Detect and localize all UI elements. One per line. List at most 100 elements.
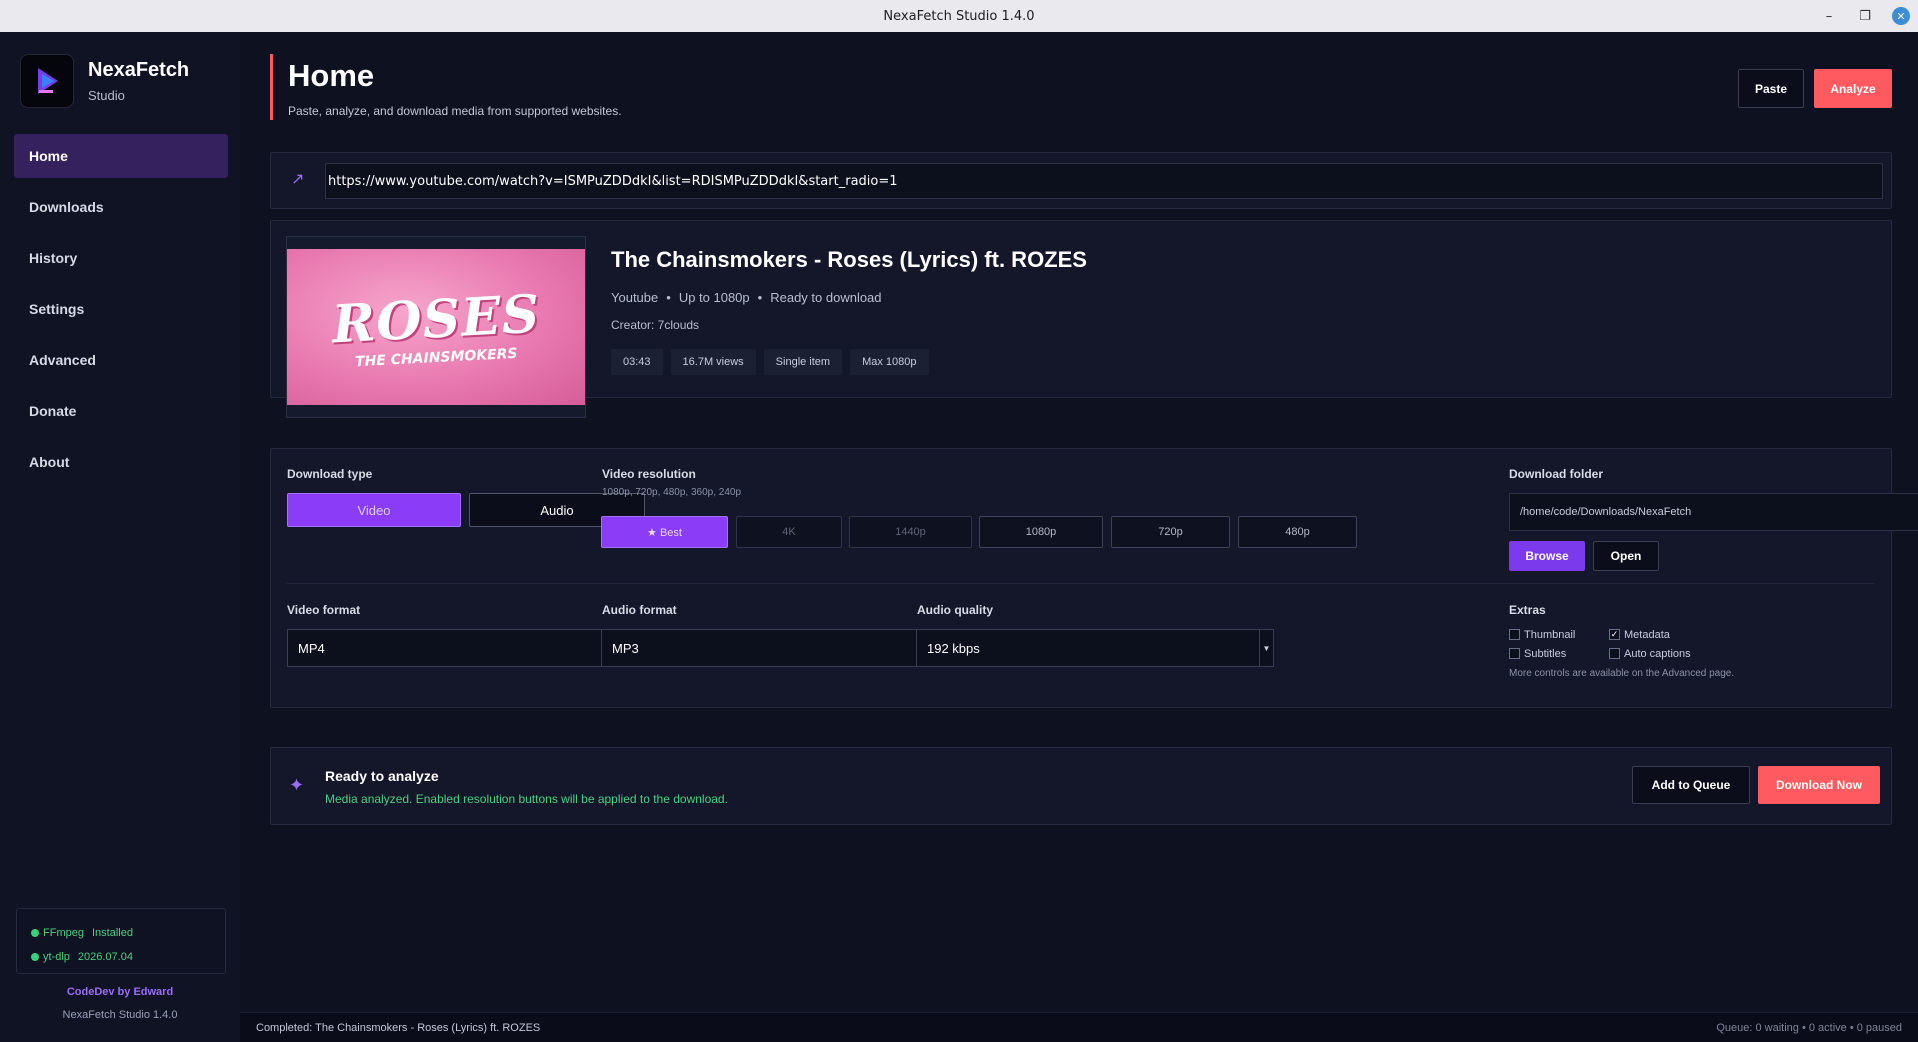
- media-title: The Chainsmokers - Roses (Lyrics) ft. RO…: [611, 247, 1087, 272]
- status-dot-icon: [31, 929, 39, 937]
- meta-separator: •: [757, 290, 763, 305]
- page-subtitle: Paste, analyze, and download media from …: [288, 104, 622, 118]
- status-message: Completed: The Chainsmokers - Roses (Lyr…: [256, 1021, 541, 1034]
- status-ytdlp: yt-dlp 2026.07.04: [31, 945, 211, 969]
- options-divider: [287, 583, 1875, 584]
- resolution-label: Video resolution: [602, 467, 696, 481]
- media-meta: Youtube • Up to 1080p • Ready to downloa…: [611, 290, 882, 305]
- checkbox-label: Auto captions: [1624, 647, 1691, 660]
- checkbox-label: Subtitles: [1524, 647, 1567, 660]
- queue-status: Queue: 0 waiting • 0 active • 0 paused: [1716, 1021, 1902, 1034]
- paste-button[interactable]: Paste: [1738, 69, 1804, 108]
- folder-label: Download folder: [1509, 467, 1603, 481]
- metadata-checkbox[interactable]: ✓ Metadata: [1609, 629, 1670, 641]
- url-bar: ↗ https://www.youtube.com/watch?v=ISMPuZ…: [270, 152, 1892, 209]
- media-chips: 03:43 16.7M views Single item Max 1080p: [611, 349, 929, 375]
- maximize-icon[interactable]: ❐: [1856, 7, 1874, 25]
- type-video-button[interactable]: Video: [287, 493, 461, 527]
- sparkle-icon: ✦: [289, 775, 305, 795]
- window-titlebar: NexaFetch Studio 1.4.0 – ❐ ✕: [0, 0, 1918, 32]
- media-state: Ready to download: [770, 290, 882, 305]
- status-value: 2026.07.04: [77, 951, 133, 963]
- app-version: NexaFetch Studio 1.4.0: [62, 1009, 178, 1021]
- checkbox-icon: [1509, 648, 1520, 659]
- window-controls: – ❐ ✕: [1820, 0, 1910, 32]
- brand-subtitle: Studio: [88, 88, 125, 103]
- chip-item-count: Single item: [763, 349, 843, 375]
- page-header: Home Paste, analyze, and download media …: [270, 54, 622, 120]
- checkbox-icon: [1609, 648, 1620, 659]
- page-title: Home: [288, 58, 375, 93]
- checkbox-icon: [1509, 629, 1520, 640]
- checkbox-label: Metadata: [1624, 628, 1670, 641]
- browse-button[interactable]: Browse: [1509, 541, 1585, 571]
- extras-hint: More controls are available on the Advan…: [1509, 668, 1735, 679]
- app-logo-icon: [20, 54, 74, 108]
- audio-quality-value: 192 kbps: [927, 640, 980, 656]
- url-input[interactable]: https://www.youtube.com/watch?v=ISMPuZDD…: [325, 163, 1883, 199]
- add-to-queue-button[interactable]: Add to Queue: [1632, 766, 1750, 804]
- checkbox-label: Thumbnail: [1524, 628, 1576, 641]
- sidebar-item-donate[interactable]: Donate: [14, 389, 228, 433]
- auto-captions-checkbox[interactable]: Auto captions: [1609, 648, 1691, 660]
- status-ffmpeg: FFmpeg Installed: [31, 921, 211, 945]
- chip-views: 16.7M views: [670, 349, 756, 375]
- video-thumbnail: ROSES THE CHAINSMOKERS: [287, 249, 585, 405]
- minimize-icon[interactable]: –: [1820, 7, 1838, 25]
- resolution-720p-button[interactable]: 720p: [1111, 516, 1230, 548]
- extras-group: Thumbnail ✓ Metadata Subtitles Auto capt…: [1509, 623, 1734, 679]
- meta-separator: •: [666, 290, 671, 305]
- subtitles-checkbox[interactable]: Subtitles: [1509, 648, 1595, 660]
- video-format-select[interactable]: MP4 ▼: [287, 629, 645, 667]
- dependency-status: FFmpeg Installed yt-dlp 2026.07.04: [16, 908, 226, 974]
- thumbnail-frame: ROSES THE CHAINSMOKERS: [286, 236, 586, 418]
- credit-link[interactable]: CodeDev by Edward: [0, 986, 240, 998]
- resolution-480p-button[interactable]: 480p: [1238, 516, 1357, 548]
- audio-format-value: MP3: [612, 640, 639, 656]
- download-type-label: Download type: [287, 467, 373, 481]
- resolution-4k-button[interactable]: 4K: [736, 516, 842, 548]
- chip-max-quality: Max 1080p: [850, 349, 929, 375]
- media-quality: Up to 1080p: [678, 290, 750, 305]
- folder-path-input[interactable]: /home/code/Downloads/NexaFetch: [1509, 493, 1918, 531]
- resolution-best-button[interactable]: ★ Best: [601, 516, 728, 548]
- sidebar-item-advanced[interactable]: Advanced: [14, 338, 228, 382]
- thumbnail-checkbox[interactable]: Thumbnail: [1509, 629, 1595, 641]
- sidebar-item-about[interactable]: About: [14, 440, 228, 484]
- resolution-hint: 1080p, 720p, 480p, 360p, 240p: [602, 487, 742, 498]
- video-format-label: Video format: [287, 603, 361, 617]
- media-creator: Creator: 7clouds: [611, 318, 700, 332]
- status-value: Installed: [91, 927, 133, 939]
- sidebar-item-settings[interactable]: Settings: [14, 287, 228, 331]
- main-content: Home Paste, analyze, and download media …: [240, 32, 1918, 1012]
- analyze-button[interactable]: Analyze: [1814, 69, 1892, 108]
- status-dot-icon: [31, 953, 39, 961]
- audio-quality-label: Audio quality: [917, 603, 993, 617]
- status-bar: Completed: The Chainsmokers - Roses (Lyr…: [240, 1012, 1918, 1042]
- sidebar-nav: Home Downloads History Settings Advanced…: [14, 134, 228, 491]
- action-subtitle: Media analyzed. Enabled resolution butto…: [325, 792, 728, 806]
- video-format-value: MP4: [298, 640, 325, 656]
- sidebar-item-history[interactable]: History: [14, 236, 228, 280]
- status-name: FFmpeg: [43, 927, 84, 939]
- action-card: ✦ Ready to analyze Media analyzed. Enabl…: [270, 747, 1892, 825]
- chevron-down-icon[interactable]: ▼: [1259, 630, 1273, 666]
- options-card: Download type Video Audio Video resoluti…: [270, 448, 1918, 708]
- media-card: ROSES THE CHAINSMOKERS The Chainsmokers …: [270, 220, 1892, 418]
- brand-name: NexaFetch: [88, 59, 190, 81]
- open-folder-button[interactable]: Open: [1593, 541, 1659, 571]
- close-icon[interactable]: ✕: [1892, 7, 1910, 25]
- brand: NexaFetch Studio: [20, 54, 189, 108]
- sidebar-item-home[interactable]: Home: [14, 134, 228, 178]
- sidebar-item-downloads[interactable]: Downloads: [14, 185, 228, 229]
- arrow-up-right-icon: ↗: [291, 171, 305, 188]
- audio-format-select[interactable]: MP3 ▼: [601, 629, 959, 667]
- media-source: Youtube: [611, 290, 659, 305]
- sidebar: NexaFetch Studio Home Downloads History …: [0, 32, 240, 1042]
- resolution-1080p-button[interactable]: 1080p: [979, 516, 1103, 548]
- download-now-button[interactable]: Download Now: [1758, 766, 1880, 804]
- audio-format-label: Audio format: [602, 603, 677, 617]
- audio-quality-select[interactable]: 192 kbps ▼: [916, 629, 1274, 667]
- resolution-1440p-button[interactable]: 1440p: [849, 516, 972, 548]
- chip-duration: 03:43: [611, 349, 663, 375]
